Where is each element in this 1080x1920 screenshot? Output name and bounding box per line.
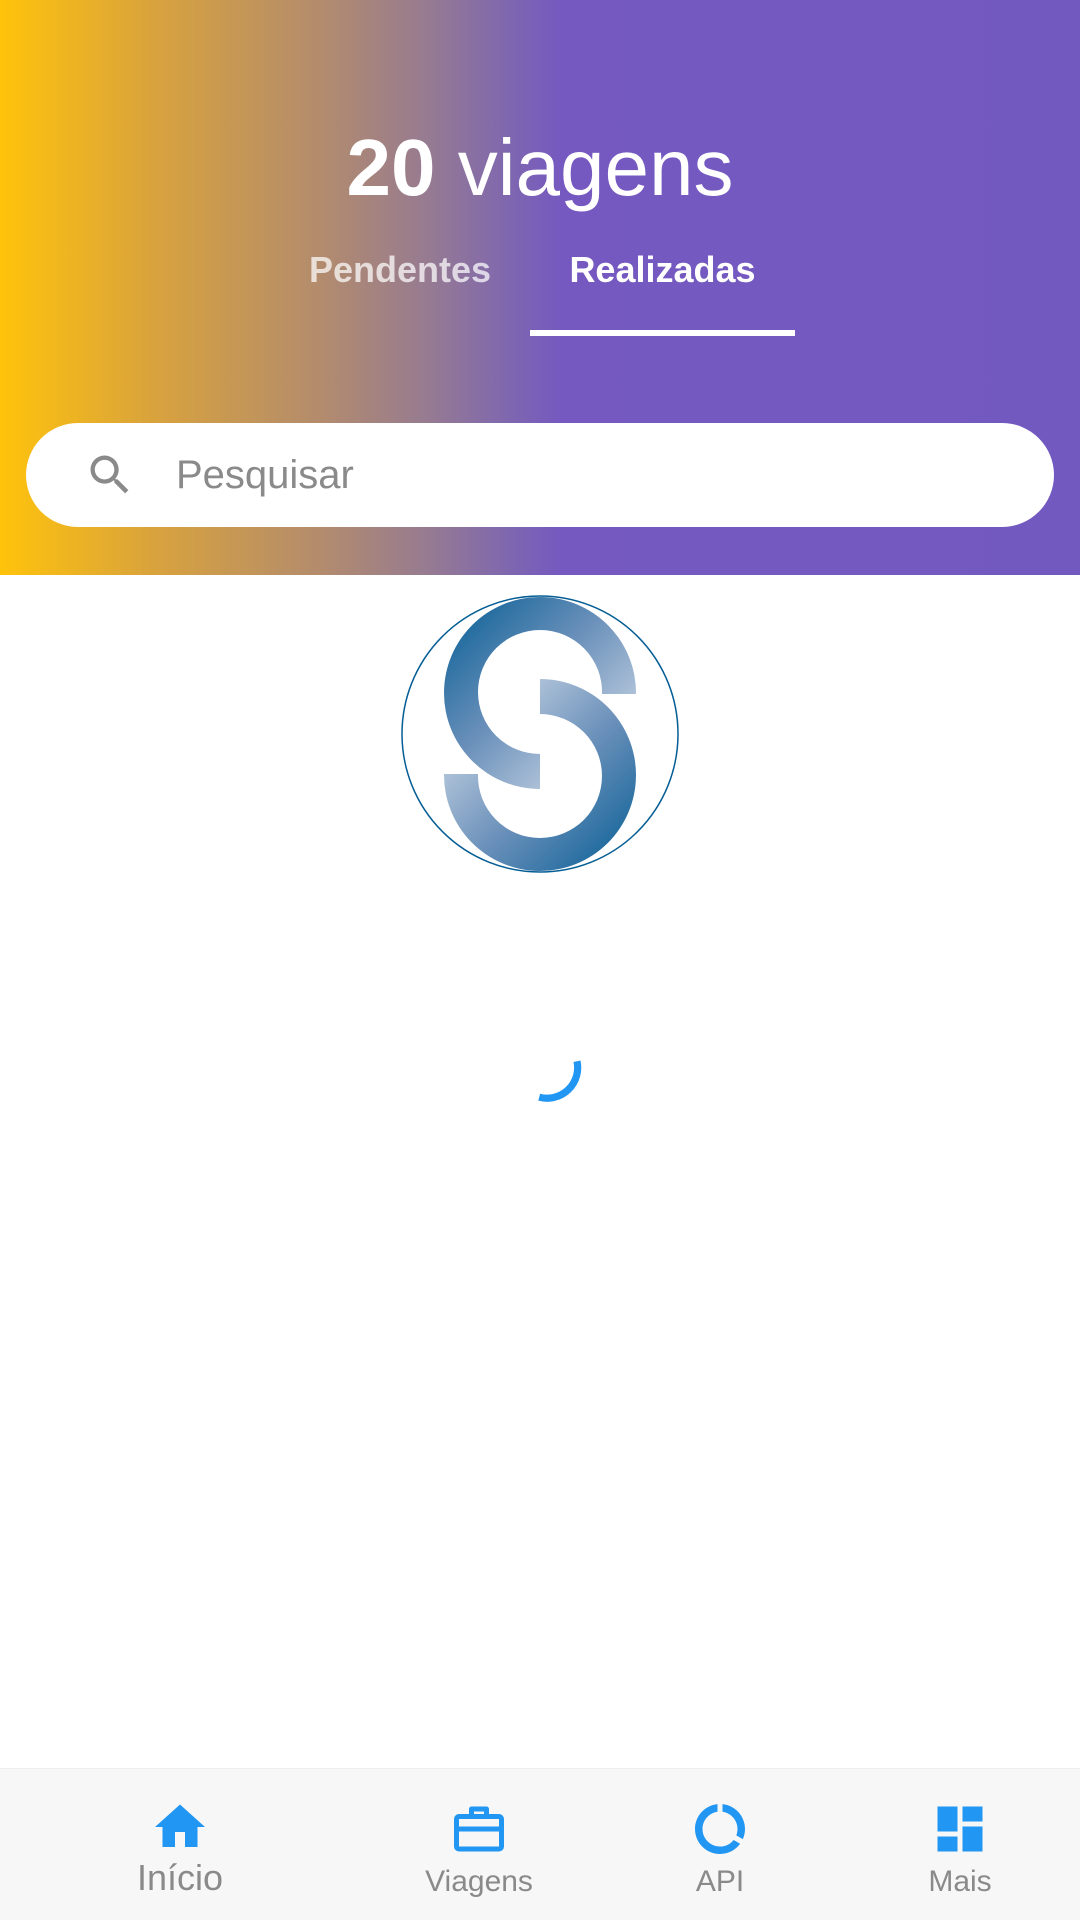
trip-count-word: viagens: [457, 123, 734, 212]
search-icon: [84, 449, 136, 501]
nav-item-inicio[interactable]: Início: [80, 1769, 280, 1920]
trip-count: 20: [346, 123, 436, 212]
home-icon: [150, 1797, 210, 1857]
search-input[interactable]: [176, 445, 1016, 505]
tab-pendentes[interactable]: Pendentes: [280, 240, 520, 300]
loading-spinner: [520, 1035, 600, 1115]
page-title: 20 viagens: [0, 118, 1080, 218]
tab-realizadas[interactable]: Realizadas: [530, 240, 795, 300]
nav-label-inicio: Início: [136, 1857, 224, 1898]
nav-item-viagens[interactable]: Viagens: [379, 1769, 579, 1920]
bottom-navigation: Início Viagens API Mais: [0, 1768, 1080, 1920]
nav-label-mais: Mais: [928, 1865, 992, 1898]
donut-icon: [690, 1799, 750, 1859]
company-logo: [400, 594, 680, 874]
dashboard-icon: [930, 1799, 990, 1859]
nav-label-viagens: Viagens: [425, 1865, 533, 1898]
search-bar[interactable]: [26, 423, 1054, 527]
nav-label-api: API: [695, 1865, 745, 1898]
active-tab-indicator: [530, 330, 795, 336]
nav-item-mais[interactable]: Mais: [860, 1769, 1060, 1920]
app-screen: 20 viagens Pendentes Realizadas Pesquisa…: [0, 0, 1080, 1920]
nav-item-api[interactable]: API: [620, 1769, 820, 1920]
briefcase-icon: [449, 1799, 509, 1859]
header: 20 viagens Pendentes Realizadas: [0, 0, 1080, 575]
